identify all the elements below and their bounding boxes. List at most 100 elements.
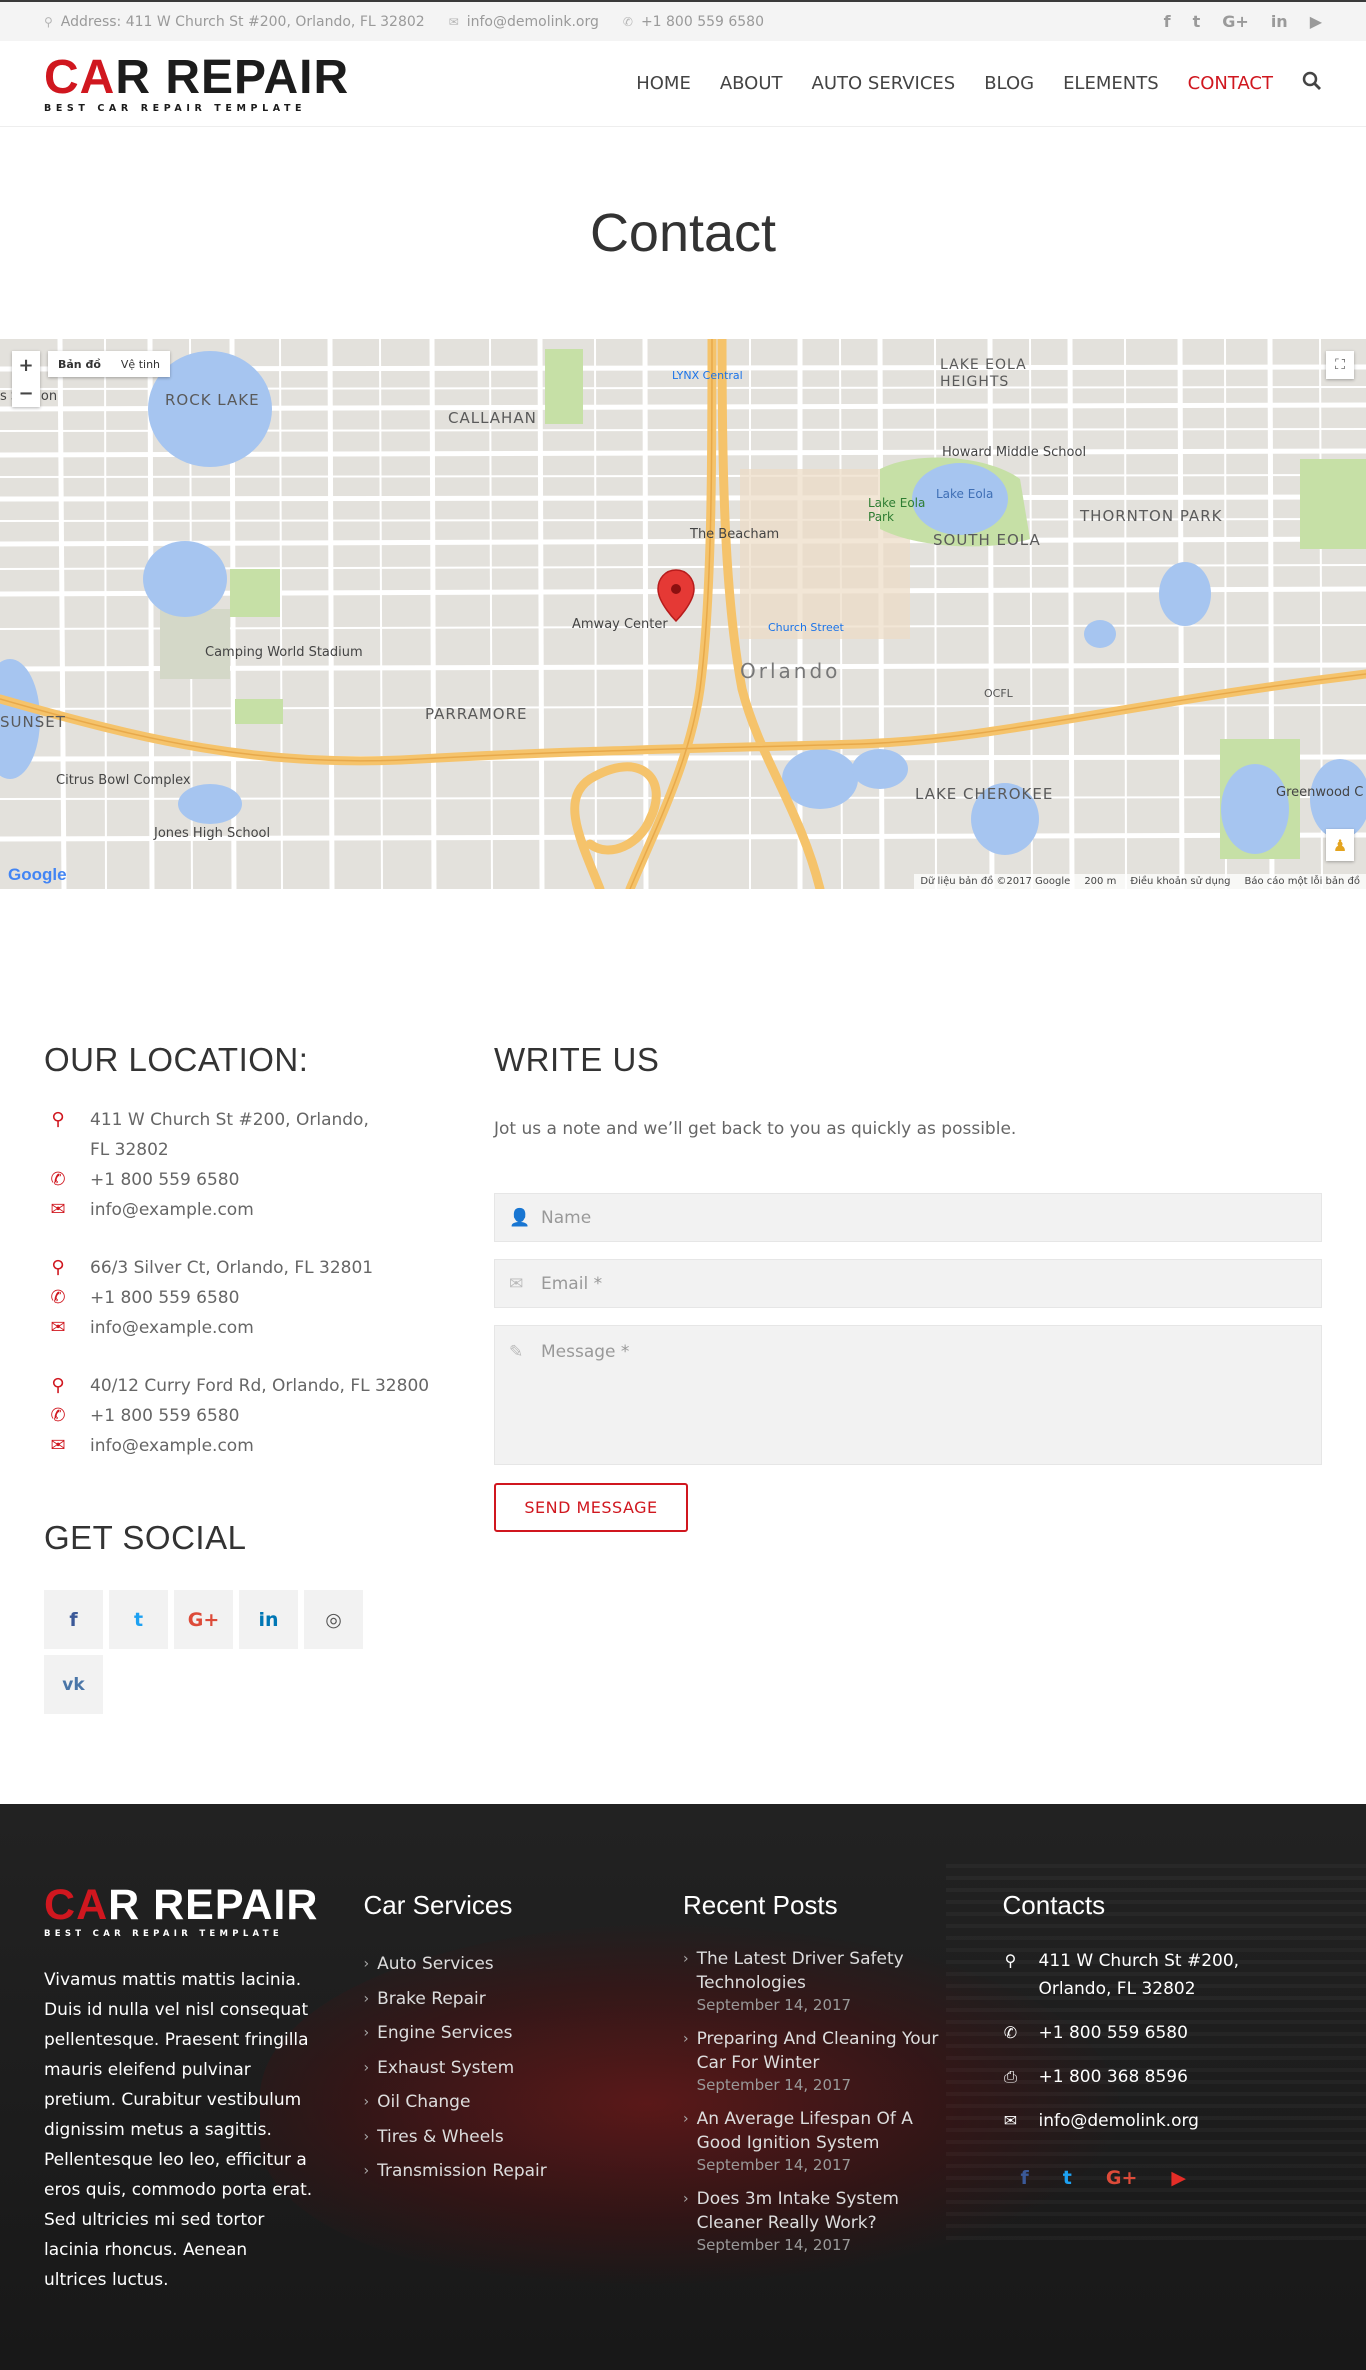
map-type-satellite[interactable]: Vệ tinh: [111, 351, 170, 377]
page-title-area: Contact: [0, 127, 1366, 339]
footer-recent-posts: Recent Posts › The Latest Driver Safety T…: [683, 1884, 1003, 2295]
linkedin-icon[interactable]: in: [1271, 12, 1288, 31]
chevron-right-icon: ›: [363, 2128, 370, 2145]
google-plus-icon[interactable]: G+: [174, 1590, 233, 1649]
write-us-heading: WRITE US: [494, 1041, 660, 1078]
list-item[interactable]: › Preparing And Cleaning Your Car For Win…: [683, 2027, 1003, 2095]
nav-elements[interactable]: ELEMENTS: [1063, 73, 1159, 94]
vk-icon[interactable]: vk: [44, 1655, 103, 1714]
twitter-icon[interactable]: t: [1193, 12, 1201, 31]
contact-form: 👤 Name ✉ Email * ✎ Message * SEND MESSAGE: [494, 1193, 1322, 1532]
facebook-icon[interactable]: f: [1164, 12, 1171, 31]
map-pin-icon: ⚲: [1004, 1951, 1017, 1970]
instagram-icon[interactable]: ◎: [304, 1590, 363, 1649]
footer-posts-list: › The Latest Driver Safety Technologies Se…: [683, 1947, 1003, 2255]
footer-contacts-list: ⚲ 411 W Church St #200, Orlando, FL 32802…: [1003, 1947, 1323, 2135]
chevron-right-icon: ›: [363, 2163, 370, 2179]
chevron-right-icon: ›: [683, 2031, 689, 2047]
phone-icon: ✆: [622, 14, 633, 29]
search-icon[interactable]: [1302, 71, 1322, 96]
youtube-icon[interactable]: ▶: [1310, 12, 1322, 31]
google-plus-icon[interactable]: G+: [1222, 12, 1249, 31]
name-field[interactable]: 👤 Name: [494, 1193, 1322, 1242]
facebook-icon[interactable]: f: [44, 1590, 103, 1649]
zoom-in-button[interactable]: +: [12, 351, 40, 379]
map-pin-icon: ⚲: [51, 1375, 65, 1396]
social-buttons: f t G+ in ◎ vk: [44, 1590, 384, 1714]
footer-about-text: Vivamus mattis mattis lacinia. Duis id n…: [44, 1970, 313, 2290]
contact-content: OUR LOCATION: ⚲ 411 W Church St #200, Orl…: [0, 1041, 1366, 1714]
nav-about[interactable]: ABOUT: [720, 73, 783, 94]
footer-about: CAR REPAIR BEST CAR REPAIR TEMPLATE Viva…: [44, 1884, 364, 2295]
nav-contact[interactable]: CONTACT: [1188, 73, 1273, 94]
pencil-icon: ✎: [509, 1342, 524, 1362]
map-zoom: + −: [12, 351, 40, 407]
map-canvas[interactable]: [0, 339, 1366, 889]
social-heading: GET SOCIAL: [44, 1519, 247, 1556]
envelope-icon: ✉: [50, 1199, 66, 1220]
list-item[interactable]: › Engine Services: [364, 2016, 684, 2051]
linkedin-icon[interactable]: in: [239, 1590, 298, 1649]
google-map[interactable]: ROCK LAKE CALLAHAN LAKE EOLA HEIGHTS How…: [0, 339, 1366, 889]
fullscreen-icon[interactable]: ⛶: [1326, 351, 1354, 379]
list-item[interactable]: › Transmission Repair: [364, 2154, 684, 2189]
google-plus-icon[interactable]: G+: [1106, 2167, 1138, 2189]
twitter-icon[interactable]: t: [109, 1590, 168, 1649]
location-heading: OUR LOCATION:: [44, 1041, 309, 1078]
list-item[interactable]: › Exhaust System: [364, 2051, 684, 2086]
main-nav: HOME ABOUT AUTO SERVICES BLOG ELEMENTS C…: [636, 71, 1322, 96]
message-field[interactable]: ✎ Message *: [494, 1325, 1322, 1465]
chevron-right-icon: ›: [683, 2191, 689, 2207]
envelope-icon: ✉: [50, 1317, 66, 1338]
map-controls: + − Bản đồ Vệ tinh: [12, 351, 171, 407]
map-type-toggle: Bản đồ Vệ tinh: [48, 351, 171, 377]
google-logo: Google: [8, 865, 67, 884]
footer-logo[interactable]: CAR REPAIR BEST CAR REPAIR TEMPLATE: [44, 1884, 364, 1940]
list-item[interactable]: › Does 3m Intake System Cleaner Really Wo…: [683, 2187, 1003, 2255]
phone-icon: ✆: [50, 1169, 66, 1190]
footer-posts-heading: Recent Posts: [683, 1890, 838, 1920]
list-item[interactable]: › The Latest Driver Safety Technologies Se…: [683, 1947, 1003, 2015]
site-header: CAR REPAIR BEST CAR REPAIR TEMPLATE HOME…: [0, 41, 1366, 127]
email-field[interactable]: ✉ Email *: [494, 1259, 1322, 1308]
nav-auto-services[interactable]: AUTO SERVICES: [812, 73, 956, 94]
list-item[interactable]: › Auto Services: [364, 1947, 684, 1982]
footer-contacts-heading: Contacts: [1002, 1890, 1106, 1920]
map-pin-icon: ⚲: [44, 14, 53, 29]
pegman-icon[interactable]: ♟: [1326, 829, 1354, 861]
list-item[interactable]: › Oil Change: [364, 2085, 684, 2120]
fax-icon: ⎙: [1004, 2067, 1017, 2086]
site-logo[interactable]: CAR REPAIR BEST CAR REPAIR TEMPLATE: [44, 53, 349, 114]
top-bar: ⚲ Address: 411 W Church St #200, Orlando,…: [0, 0, 1366, 41]
phone-icon: ✆: [1003, 2023, 1018, 2042]
list-item[interactable]: › Tires & Wheels: [364, 2120, 684, 2155]
nav-home[interactable]: HOME: [636, 73, 691, 94]
location-group: ⚲ 411 W Church St #200, Orlando, FL 32802…: [44, 1105, 494, 1225]
chevron-right-icon: ›: [363, 1990, 370, 2007]
chevron-right-icon: ›: [363, 2094, 370, 2110]
user-icon: 👤: [509, 1207, 531, 1228]
chevron-right-icon: ›: [683, 1951, 689, 1967]
top-bar-social: f t G+ in ▶: [1164, 12, 1322, 31]
chevron-right-icon: ›: [683, 2111, 689, 2127]
top-bar-email[interactable]: ✉ info@demolink.org: [449, 14, 599, 30]
youtube-icon[interactable]: ▶: [1171, 2167, 1186, 2189]
footer-columns: CAR REPAIR BEST CAR REPAIR TEMPLATE Viva…: [0, 1884, 1366, 2295]
map-type-map[interactable]: Bản đồ: [48, 351, 111, 377]
zoom-out-button[interactable]: −: [12, 379, 40, 407]
site-footer: CAR REPAIR BEST CAR REPAIR TEMPLATE Viva…: [0, 1804, 1366, 2370]
list-item[interactable]: › An Average Lifespan Of A Good Ignition …: [683, 2107, 1003, 2175]
list-item[interactable]: › Brake Repair: [364, 1982, 684, 2017]
facebook-icon[interactable]: f: [1021, 2167, 1029, 2189]
send-message-button[interactable]: SEND MESSAGE: [494, 1483, 688, 1532]
nav-blog[interactable]: BLOG: [984, 73, 1034, 94]
chevron-right-icon: ›: [363, 2059, 370, 2076]
footer-services-list: › Auto Services › Brake Repair › Engine Ser…: [364, 1947, 684, 2189]
top-bar-address: ⚲ Address: 411 W Church St #200, Orlando,…: [44, 13, 425, 30]
top-bar-phone[interactable]: ✆ +1 800 559 6580: [623, 14, 764, 30]
twitter-icon[interactable]: t: [1063, 2167, 1072, 2189]
envelope-icon: ✉: [1003, 2111, 1018, 2130]
footer-contacts: Contacts ⚲ 411 W Church St #200, Orlando,…: [1003, 1884, 1323, 2295]
footer-social: f t G+ ▶: [1021, 2167, 1323, 2189]
map-pin-icon: ⚲: [51, 1257, 65, 1278]
